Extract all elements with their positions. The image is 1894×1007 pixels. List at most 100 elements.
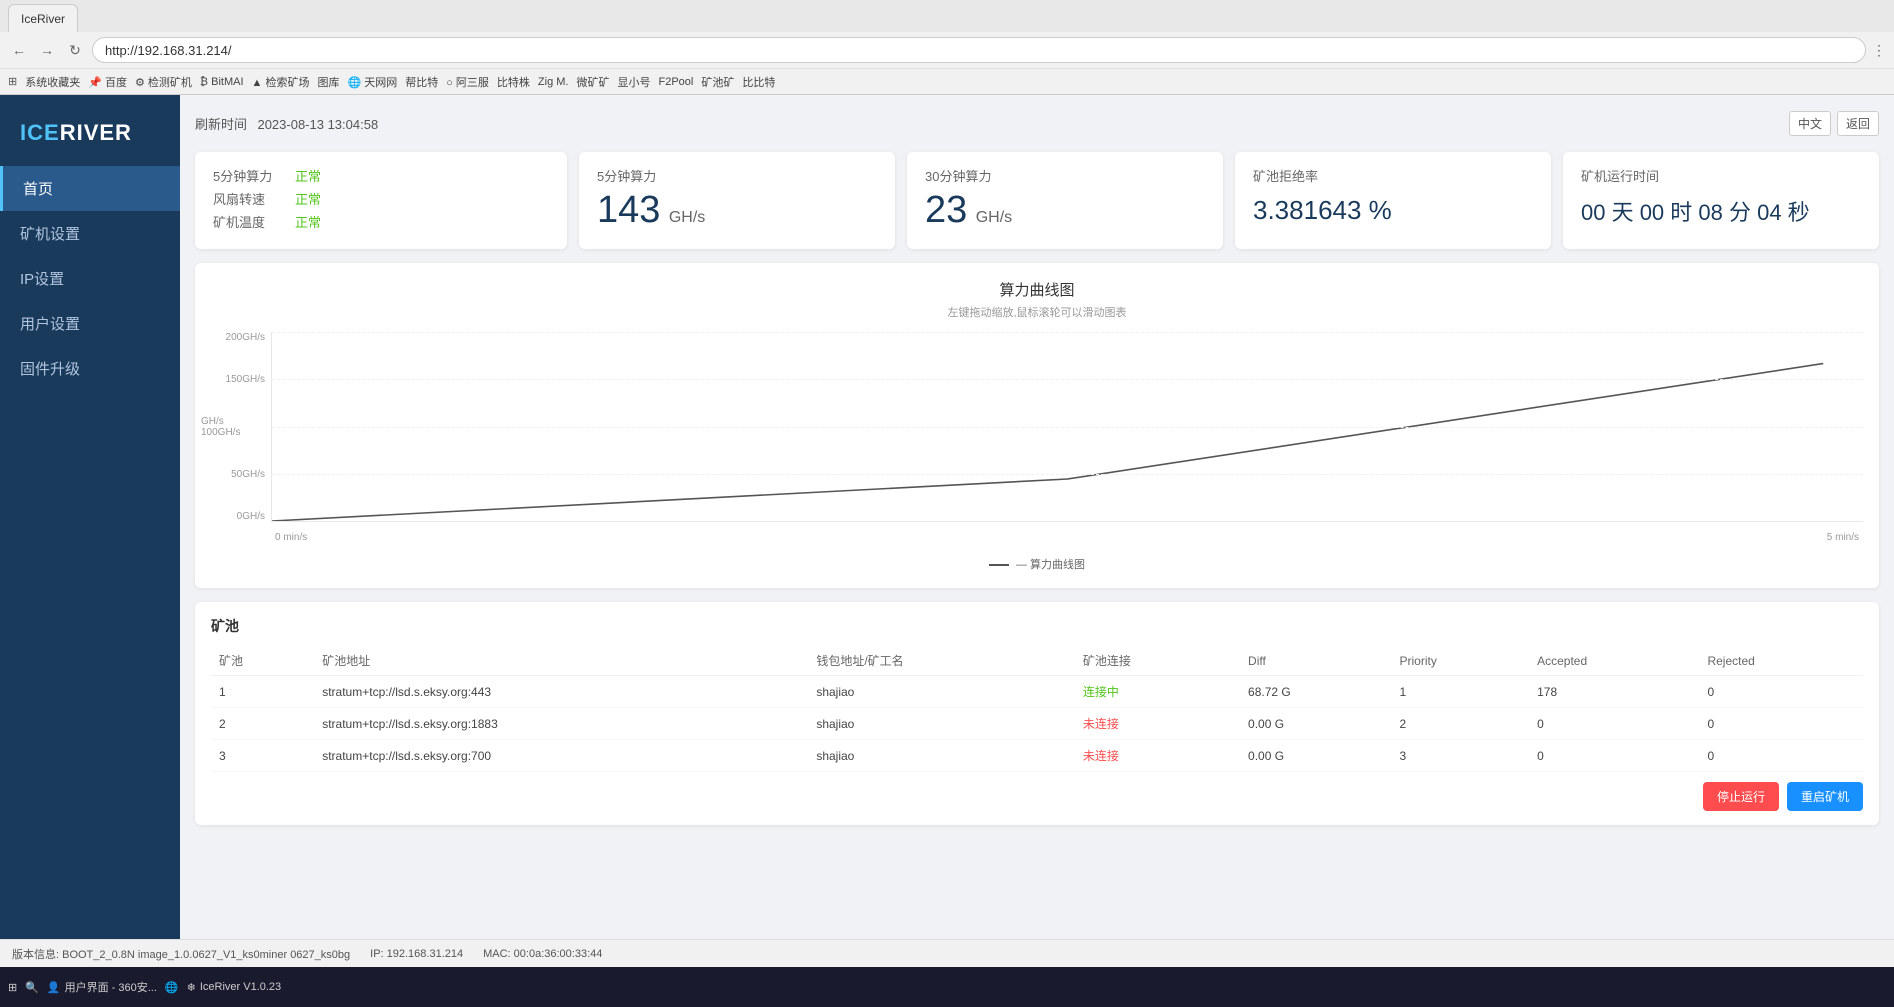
bookmark-1[interactable]: 系统收藏夹 <box>25 74 80 90</box>
row1-accepted: 178 <box>1529 676 1699 708</box>
hashrate-5min-card: 5分钟算力 143 GH/s <box>579 152 895 249</box>
browser-tab[interactable]: IceRiver <box>8 4 78 32</box>
logo-river: RIVER <box>60 120 132 145</box>
browser-icon: 🌐 <box>165 981 179 994</box>
taskbar-browser[interactable]: 🌐 <box>165 981 179 994</box>
bookmark-7[interactable]: 🌐 天网网 <box>347 74 397 90</box>
y-label-0: 0GH/s <box>237 511 265 522</box>
back-button[interactable]: ← <box>8 39 30 61</box>
tab-label: IceRiver <box>21 12 65 26</box>
col-wallet: 钱包地址/矿工名 <box>808 646 1075 676</box>
windows-icon: ⊞ <box>8 981 17 994</box>
status-multi: 5分钟算力 正常 风扇转速 正常 矿机温度 正常 <box>213 166 549 231</box>
taskbar-user-app[interactable]: 👤 用户界面 - 360安... <box>47 979 157 995</box>
bookmark-11[interactable]: Zig M. <box>538 76 569 88</box>
reject-rate-value: 3.381643 % <box>1253 195 1533 226</box>
browser-tabs: IceRiver <box>0 0 1894 32</box>
row3-id: 3 <box>211 740 314 772</box>
bookmark-5[interactable]: ▲ 检索矿场 <box>252 74 310 90</box>
table-row: 3 stratum+tcp://lsd.s.eksy.org:700 shaji… <box>211 740 1863 772</box>
sidebar-item-firmware[interactable]: 固件升级 <box>0 346 180 391</box>
bookmark-10[interactable]: 比特株 <box>497 74 530 90</box>
app-container: ICERIVER 首页 矿机设置 IP设置 用户设置 固件升级 刷新时间 202… <box>0 95 1894 939</box>
col-rejected: Rejected <box>1699 646 1863 676</box>
iceriver-icon: ❄ <box>187 981 196 994</box>
y-label-2: GH/s 100GH/s <box>201 416 255 438</box>
bookmark-12[interactable]: 微矿矿 <box>576 74 609 90</box>
chart-x-labels: 0 min/s 5 min/s <box>271 532 1863 552</box>
back-button[interactable]: 返回 <box>1837 111 1879 136</box>
lang-button[interactable]: 中文 <box>1789 111 1831 136</box>
uptime-card: 矿机运行时间 00 天 00 时 08 分 04 秒 <box>1563 152 1879 249</box>
taskbar-start[interactable]: ⊞ <box>8 981 17 994</box>
bookmark-4[interactable]: ₿ BitMAI <box>200 76 244 88</box>
taskbar-search[interactable]: 🔍 <box>25 981 39 994</box>
footer-mac: MAC: 00:0a:36:00:33:44 <box>483 948 602 960</box>
logo-area: ICERIVER <box>0 105 180 166</box>
row2-rejected: 0 <box>1699 708 1863 740</box>
nav-firmware-label: 固件升级 <box>20 358 80 379</box>
sidebar-item-user-settings[interactable]: 用户设置 <box>0 301 180 346</box>
sidebar-item-miner-settings[interactable]: 矿机设置 <box>0 211 180 256</box>
sidebar-item-ip-settings[interactable]: IP设置 <box>0 256 180 301</box>
fan-label: 风扇转速 <box>213 189 283 208</box>
address-bar[interactable]: http://192.168.31.214/ <box>92 37 1866 63</box>
stop-button[interactable]: 停止运行 <box>1703 782 1779 811</box>
taskbar-iceriver-app[interactable]: ❄ IceRiver V1.0.23 <box>187 981 282 994</box>
row2-wallet: shajiao <box>808 708 1075 740</box>
hashrate-30min-big: 23 <box>925 189 967 231</box>
main-content: 刷新时间 2023-08-13 13:04:58 中文 返回 5分钟算力 正常 … <box>180 95 1894 939</box>
sidebar-item-home[interactable]: 首页 <box>0 166 180 211</box>
hashrate-30min-value-area: 23 GH/s <box>925 189 1205 232</box>
bookmark-14[interactable]: F2Pool <box>658 76 693 88</box>
bookmark-8[interactable]: 帮比特 <box>405 74 438 90</box>
row2-address: stratum+tcp://lsd.s.eksy.org:1883 <box>314 708 808 740</box>
row1-priority: 1 <box>1391 676 1529 708</box>
grid-line-top <box>272 332 1863 333</box>
chart-y-axis: 200GH/s 150GH/s GH/s 100GH/s 50GH/s 0GH/… <box>211 332 271 522</box>
chart-card: 算力曲线图 左键拖动缩放,鼠标滚轮可以滑动图表 200GH/s 150GH/s … <box>195 263 1879 588</box>
x-label-0: 0 min/s <box>275 532 307 552</box>
hashrate-5min-big: 143 <box>597 189 660 231</box>
logo-ice: ICE <box>20 120 60 145</box>
y-label-1: 50GH/s <box>231 469 265 480</box>
footer-ip: IP: 192.168.31.214 <box>370 948 463 960</box>
grid-line-1 <box>272 379 1863 380</box>
row1-diff: 68.72 G <box>1240 676 1391 708</box>
bookmark-16[interactable]: 比比特 <box>742 74 775 90</box>
bookmark-6[interactable]: 图库 <box>317 74 339 90</box>
refresh-time-area: 刷新时间 2023-08-13 13:04:58 <box>195 114 378 134</box>
forward-button[interactable]: → <box>36 39 58 61</box>
browser-toolbar: ← → ↻ http://192.168.31.214/ ⋮ <box>0 32 1894 68</box>
bookmark-2[interactable]: 📌 百度 <box>88 74 127 90</box>
legend-line-icon <box>989 564 1009 566</box>
chart-subtitle: 左键拖动缩放,鼠标滚轮可以滑动图表 <box>211 304 1863 320</box>
row3-status: 未连接 <box>1075 740 1240 772</box>
hashrate-5min-value: 正常 <box>295 166 321 185</box>
fan-value: 正常 <box>295 189 321 208</box>
bookmark-15[interactable]: 矿池矿 <box>701 74 734 90</box>
col-diff: Diff <box>1240 646 1391 676</box>
pool-title: 矿池 <box>211 616 1863 636</box>
table-row: 1 stratum+tcp://lsd.s.eksy.org:443 shaji… <box>211 676 1863 708</box>
refresh-button[interactable]: ↻ <box>64 39 86 61</box>
legend-label: — 算力曲线图 <box>1016 559 1085 571</box>
settings-icon[interactable]: ⋮ <box>1872 42 1886 59</box>
hashrate-5min-card-value-area: 143 GH/s <box>597 189 877 232</box>
user-app-label: 用户界面 - 360安... <box>65 979 157 995</box>
bookmark-3[interactable]: ⚙ 检测矿机 <box>135 74 192 90</box>
chart-area[interactable] <box>271 332 1863 522</box>
row3-status-badge: 未连接 <box>1083 749 1119 763</box>
chart-line <box>272 364 1823 522</box>
bookmark-13[interactable]: 显小号 <box>617 74 650 90</box>
user-app-icon: 👤 <box>47 981 61 994</box>
refresh-time: 2023-08-13 13:04:58 <box>257 117 378 132</box>
row3-diff: 0.00 G <box>1240 740 1391 772</box>
bookmark-9[interactable]: ○ 阿三服 <box>446 74 489 90</box>
nav-ip-label: IP设置 <box>20 268 64 289</box>
bookmark-apps-icon: ⊞ <box>8 75 17 88</box>
restart-button[interactable]: 重启矿机 <box>1787 782 1863 811</box>
col-priority: Priority <box>1391 646 1529 676</box>
row1-rejected: 0 <box>1699 676 1863 708</box>
row3-rejected: 0 <box>1699 740 1863 772</box>
